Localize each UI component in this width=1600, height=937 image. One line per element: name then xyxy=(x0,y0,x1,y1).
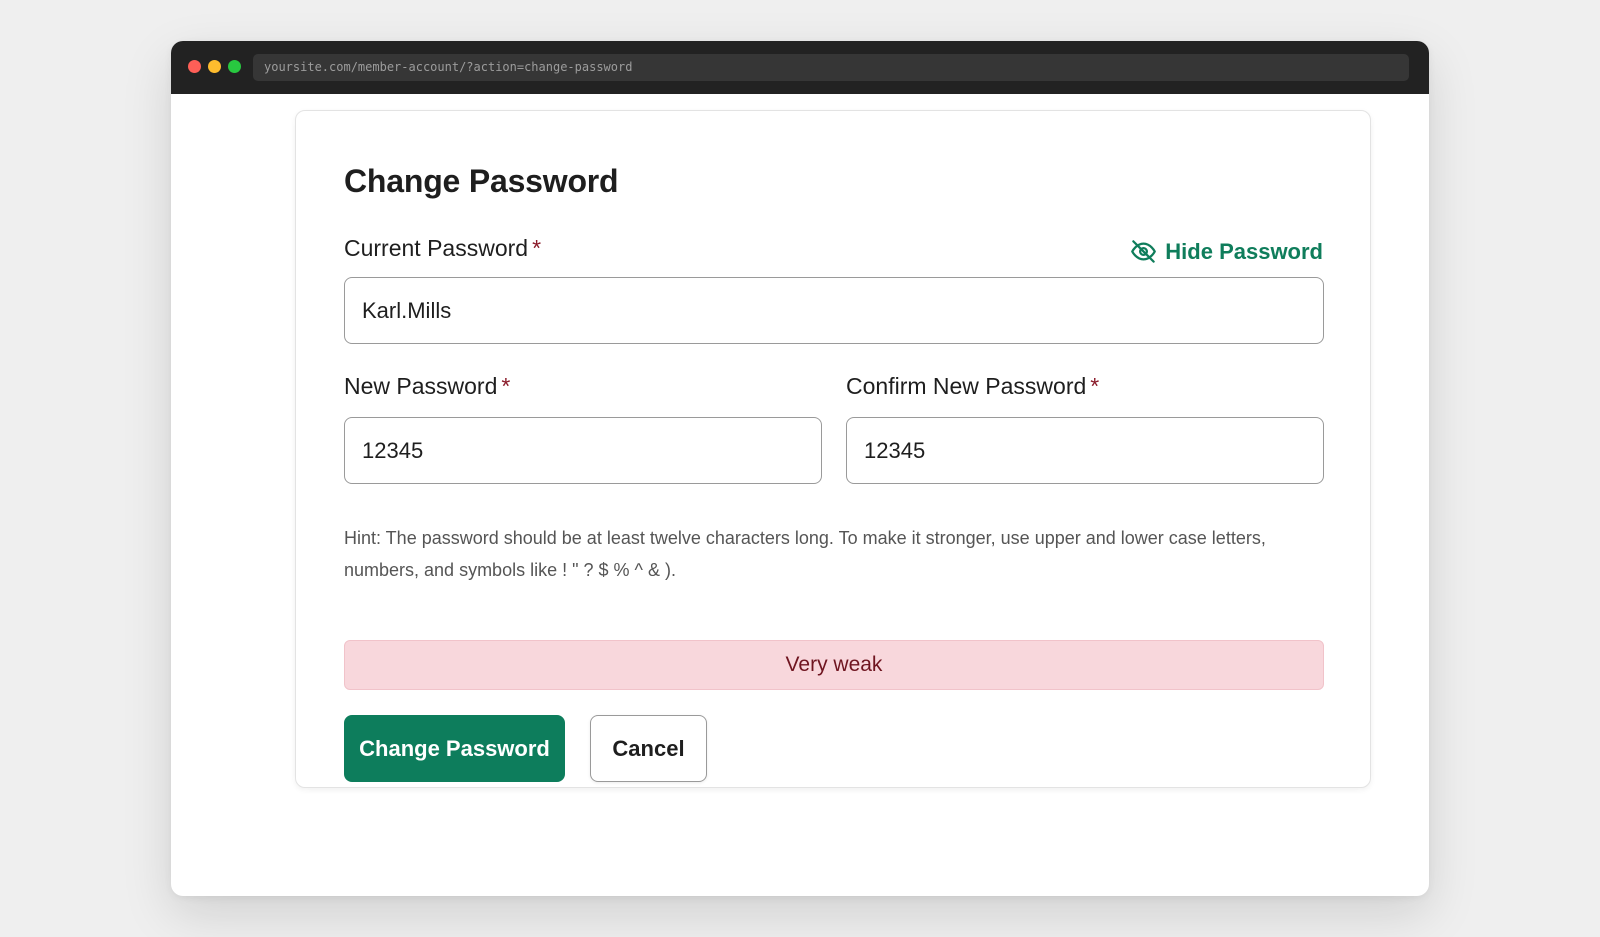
hide-password-toggle[interactable]: Hide Password xyxy=(1130,238,1323,265)
confirm-password-label: Confirm New Password * xyxy=(846,373,1099,400)
new-password-input[interactable] xyxy=(344,417,822,484)
required-asterisk: * xyxy=(1090,373,1100,399)
cancel-button[interactable]: Cancel xyxy=(590,715,707,782)
address-bar[interactable]: yoursite.com/member-account/?action=chan… xyxy=(253,54,1409,81)
current-password-label: Current Password * xyxy=(344,235,541,262)
browser-titlebar: yoursite.com/member-account/?action=chan… xyxy=(171,41,1429,94)
required-asterisk: * xyxy=(532,235,542,261)
password-strength-indicator: Very weak xyxy=(344,640,1324,690)
browser-window: yoursite.com/member-account/?action=chan… xyxy=(171,41,1429,896)
minimize-window-icon[interactable] xyxy=(208,60,221,73)
current-password-label-text: Current Password xyxy=(344,235,529,261)
confirm-password-input[interactable] xyxy=(846,417,1324,484)
eye-slash-icon xyxy=(1131,240,1157,263)
confirm-password-label-text: Confirm New Password xyxy=(846,373,1087,399)
new-password-label-text: New Password xyxy=(344,373,498,399)
change-password-card: Change Password Current Password * Hide P… xyxy=(295,110,1371,788)
close-window-icon[interactable] xyxy=(188,60,201,73)
maximize-window-icon[interactable] xyxy=(228,60,241,73)
page-title: Change Password xyxy=(344,163,619,199)
change-password-button[interactable]: Change Password xyxy=(344,715,565,782)
new-password-label: New Password * xyxy=(344,373,510,400)
password-hint: Hint: The password should be at least tw… xyxy=(344,528,1266,580)
current-password-input[interactable] xyxy=(344,277,1324,344)
hide-password-label: Hide Password xyxy=(1165,238,1323,264)
required-asterisk: * xyxy=(501,373,511,399)
